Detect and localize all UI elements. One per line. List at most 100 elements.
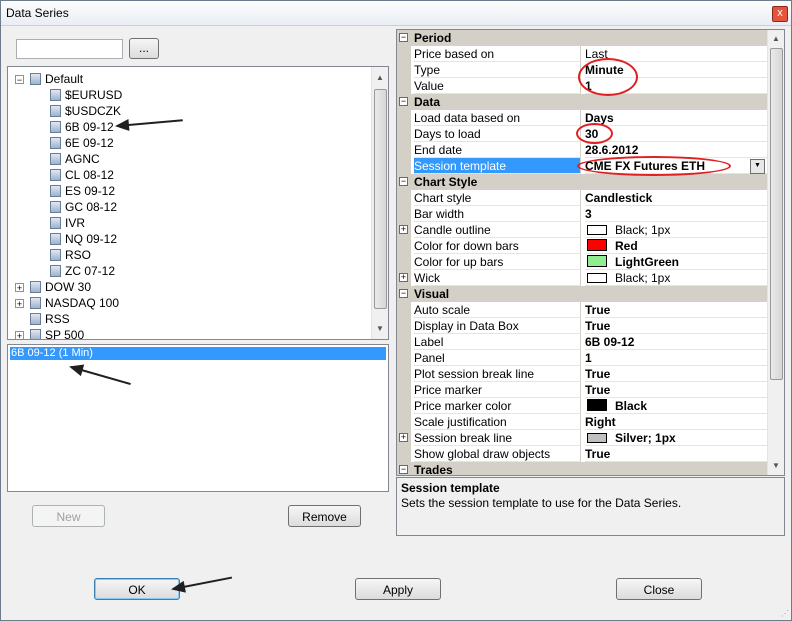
prop-row[interactable]: Scale justification Right <box>397 414 767 430</box>
tree-node-instrument[interactable]: RSO <box>50 247 91 263</box>
tree-node-default[interactable]: Default <box>30 71 83 87</box>
tree-node-instrument[interactable]: AGNC <box>50 151 100 167</box>
prop-value[interactable]: Right <box>585 414 767 430</box>
resize-grip-icon[interactable]: ⋰ <box>781 609 789 618</box>
prop-row[interactable]: Display in Data Box True <box>397 318 767 334</box>
tree-node-instrument[interactable]: GC 08-12 <box>50 199 117 215</box>
collapse-icon[interactable]: − <box>399 97 408 106</box>
prop-row[interactable]: Chart style Candlestick <box>397 190 767 206</box>
ok-button[interactable]: OK <box>94 578 180 600</box>
prop-row[interactable]: Show global draw objects True <box>397 446 767 462</box>
prop-value[interactable]: Red <box>585 238 767 254</box>
prop-row[interactable]: Plot session break line True <box>397 366 767 382</box>
prop-row[interactable]: End date 28.6.2012 <box>397 142 767 158</box>
stroke-preview-icon <box>587 225 607 235</box>
close-button[interactable]: Close <box>616 578 702 600</box>
tree-node-instrument[interactable]: ES 09-12 <box>50 183 115 199</box>
prop-row[interactable]: Label 6B 09-12 <box>397 334 767 350</box>
scroll-down-icon[interactable]: ▼ <box>772 461 780 470</box>
instrument-icon <box>50 217 61 229</box>
browse-button[interactable]: ... <box>129 38 159 59</box>
tree-node-instrument[interactable]: 6B 09-12 <box>50 119 114 135</box>
prop-row[interactable]: + Session break line Silver; 1px <box>397 430 767 446</box>
scroll-thumb[interactable] <box>770 48 783 380</box>
instrument-icon <box>50 265 61 277</box>
tree-node-instrument[interactable]: IVR <box>50 215 85 231</box>
prop-row[interactable]: Price marker color Black <box>397 398 767 414</box>
tree-node-group[interactable]: SP 500 <box>30 327 85 340</box>
expand-icon[interactable]: + <box>399 225 408 234</box>
prop-row[interactable]: Panel 1 <box>397 350 767 366</box>
property-scrollbar[interactable]: ▲ ▼ <box>767 30 784 475</box>
prop-row[interactable]: Bar width 3 <box>397 206 767 222</box>
prop-row[interactable]: Price based on Last <box>397 46 767 62</box>
tree-node-instrument[interactable]: $USDCZK <box>50 103 121 119</box>
prop-row[interactable]: Price marker True <box>397 382 767 398</box>
prop-row[interactable]: Color for down bars Red <box>397 238 767 254</box>
instrument-icon <box>50 105 61 117</box>
prop-value[interactable]: 1 <box>585 350 767 366</box>
category-chart-style[interactable]: − Chart Style <box>397 174 767 190</box>
prop-value[interactable]: Silver; 1px <box>585 430 767 446</box>
tree-node-instrument[interactable]: $EURUSD <box>50 87 122 103</box>
dropdown-arrow-icon[interactable]: ▼ <box>750 159 765 174</box>
prop-value[interactable]: True <box>585 382 767 398</box>
tree-node-group[interactable]: NASDAQ 100 <box>30 295 119 311</box>
tree-node-instrument[interactable]: ZC 07-12 <box>50 263 115 279</box>
scroll-up-icon[interactable]: ▲ <box>376 73 384 82</box>
expand-icon[interactable]: + <box>399 433 408 442</box>
tree-node-instrument[interactable]: CL 08-12 <box>50 167 114 183</box>
prop-value[interactable]: Black; 1px <box>585 222 767 238</box>
new-button[interactable]: New <box>32 505 105 527</box>
collapse-default-icon[interactable]: − <box>15 75 24 85</box>
expand-icon[interactable]: + <box>399 273 408 282</box>
instrument-icon <box>50 249 61 261</box>
apply-button[interactable]: Apply <box>355 578 441 600</box>
prop-value[interactable]: 6B 09-12 <box>585 334 767 350</box>
category-trades[interactable]: − Trades <box>397 462 767 475</box>
collapse-icon[interactable]: − <box>399 465 408 474</box>
tree-node-instrument[interactable]: NQ 09-12 <box>50 231 117 247</box>
category-visual[interactable]: − Visual <box>397 286 767 302</box>
expand-group-icon[interactable]: + <box>15 283 24 293</box>
category-period[interactable]: − Period <box>397 30 767 46</box>
prop-value[interactable]: True <box>585 302 767 318</box>
prop-value[interactable]: True <box>585 446 767 462</box>
category-data[interactable]: − Data <box>397 94 767 110</box>
collapse-icon[interactable]: − <box>399 177 408 186</box>
scroll-thumb[interactable] <box>374 89 387 309</box>
expand-group-icon[interactable]: + <box>15 331 24 339</box>
prop-row[interactable]: + Candle outline Black; 1px <box>397 222 767 238</box>
tree-node-label: ES 09-12 <box>65 184 116 198</box>
prop-value[interactable]: Candlestick <box>585 190 767 206</box>
prop-value[interactable]: Black <box>585 398 767 414</box>
close-window-button[interactable]: x <box>772 6 788 22</box>
title-bar[interactable]: Data Series x <box>1 1 791 26</box>
collapse-icon[interactable]: − <box>399 289 408 298</box>
prop-value[interactable]: True <box>585 318 767 334</box>
tree-scrollbar[interactable]: ▲ ▼ <box>371 67 388 339</box>
color-swatch-icon <box>587 399 607 411</box>
tree-node-group[interactable]: RSS <box>30 311 70 327</box>
collapse-icon[interactable]: − <box>399 33 408 42</box>
tree-node-instrument[interactable]: 6E 09-12 <box>50 135 114 151</box>
expand-group-icon[interactable]: + <box>15 299 24 309</box>
scroll-up-icon[interactable]: ▲ <box>772 34 780 43</box>
tree-node-label: DOW 30 <box>45 280 92 294</box>
tree-node-label: SP 500 <box>45 328 85 340</box>
instrument-search-input[interactable] <box>16 39 123 59</box>
instrument-icon <box>50 233 61 245</box>
prop-value[interactable]: LightGreen <box>585 254 767 270</box>
series-list-item[interactable]: 6B 09-12 (1 Min) <box>10 347 386 360</box>
remove-button[interactable]: Remove <box>288 505 361 527</box>
prop-row[interactable]: + Wick Black; 1px <box>397 270 767 286</box>
prop-value[interactable]: True <box>585 366 767 382</box>
prop-row[interactable]: Auto scale True <box>397 302 767 318</box>
prop-row[interactable]: Color for up bars LightGreen <box>397 254 767 270</box>
prop-value[interactable]: 3 <box>585 206 767 222</box>
prop-value[interactable]: Black; 1px <box>585 270 767 286</box>
tree-node-group[interactable]: DOW 30 <box>30 279 91 295</box>
prop-row[interactable]: Load data based on Days <box>397 110 767 126</box>
prop-value[interactable]: Days <box>585 110 767 126</box>
scroll-down-icon[interactable]: ▼ <box>376 324 384 333</box>
